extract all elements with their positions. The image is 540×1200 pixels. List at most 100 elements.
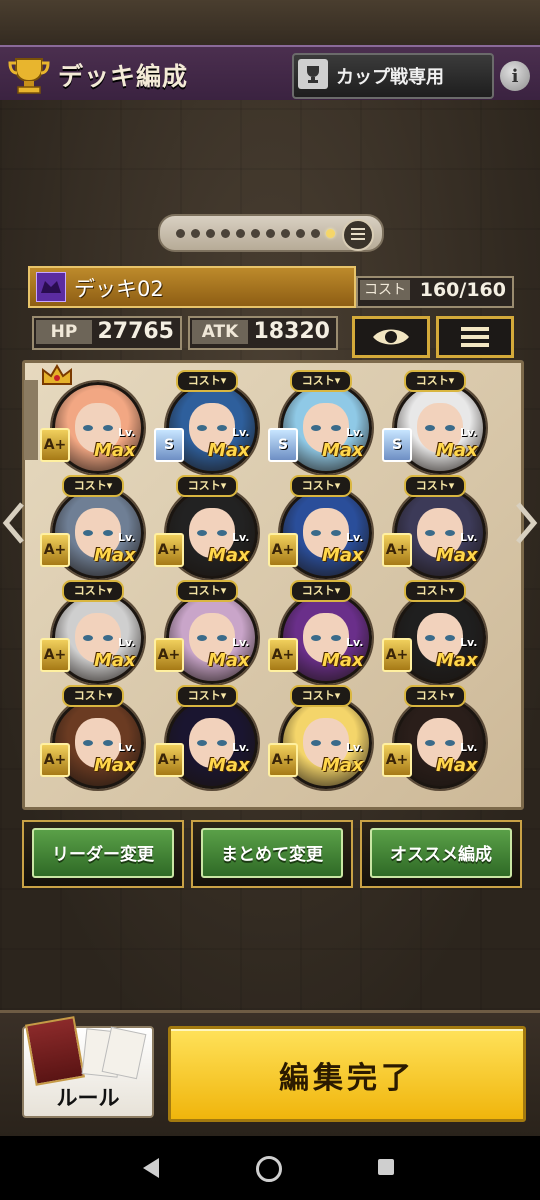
pager-dot[interactable] (281, 229, 290, 238)
eye-mark (425, 425, 435, 431)
cost-toggle[interactable]: コスト▾ (290, 370, 352, 392)
cost-toggle[interactable]: コスト▾ (290, 475, 352, 497)
leader-change-button[interactable]: リーダー変更 (22, 820, 184, 888)
rank-badge: A+ (40, 533, 70, 567)
level-label: Lv. (232, 426, 250, 439)
level-max: Max (94, 650, 136, 671)
level-max: Max (208, 440, 250, 461)
menu-icon (461, 327, 489, 347)
list-icon[interactable] (342, 219, 374, 251)
cost-toggle[interactable]: コスト▾ (62, 475, 124, 497)
level-label: Lv. (232, 531, 250, 544)
left-arrow-icon[interactable] (2, 500, 26, 546)
card-slot[interactable]: コスト▾ A+ Lv. Max (34, 685, 146, 789)
pager-dot[interactable] (206, 229, 215, 238)
card-slot[interactable]: コスト▾ A+ Lv. Max (148, 475, 260, 579)
cost-toggle[interactable]: コスト▾ (62, 685, 124, 707)
cost-toggle[interactable]: コスト▾ (404, 370, 466, 392)
atk-value: 18320 (253, 319, 330, 344)
nav-recent-icon[interactable] (378, 1159, 394, 1175)
crown-icon (42, 364, 72, 385)
pager-dot[interactable] (311, 229, 320, 238)
pager-dot[interactable] (221, 229, 230, 238)
info-icon[interactable]: i (500, 61, 530, 91)
cost-toggle[interactable]: コスト▾ (62, 580, 124, 602)
atk-stat: ATK 18320 (188, 316, 338, 350)
status-area (0, 0, 540, 45)
deck-pager[interactable] (158, 214, 384, 252)
level-label: Lv. (118, 636, 136, 649)
cup-battle-label: カップ戦専用 (336, 67, 444, 88)
eye-mark (425, 635, 435, 641)
card-slot[interactable]: コスト▾ A+ Lv. Max (148, 580, 260, 684)
card-slot[interactable]: コスト▾ A+ Lv. Max (262, 685, 374, 789)
card-slot[interactable]: コスト▾ S Lv. Max (262, 370, 374, 474)
cost-toggle[interactable]: コスト▾ (290, 580, 352, 602)
pager-dot[interactable] (191, 229, 200, 238)
pager-dot[interactable] (266, 229, 275, 238)
deck-name-bar[interactable]: デッキ02 (28, 266, 356, 308)
eye-mark (445, 740, 455, 746)
hp-label: HP (36, 320, 92, 344)
level-max: Max (322, 755, 364, 776)
level-label: Lv. (346, 531, 364, 544)
rank-badge: A+ (382, 533, 412, 567)
right-arrow-icon[interactable] (514, 500, 538, 546)
pager-dot[interactable] (176, 229, 185, 238)
card-slot[interactable]: コスト▾ S Lv. Max (376, 370, 488, 474)
recommended-label: オススメ編成 (390, 845, 492, 865)
preview-button[interactable] (352, 316, 430, 358)
eye-mark (311, 740, 321, 746)
cost-toggle[interactable]: コスト▾ (404, 580, 466, 602)
cost-label: コスト (360, 280, 410, 300)
cost-toggle[interactable]: コスト▾ (176, 475, 238, 497)
eye-mark (217, 635, 227, 641)
card-slot[interactable]: コスト▾ A+ Lv. Max (376, 685, 488, 789)
pager-dot[interactable] (236, 229, 245, 238)
eye-mark (197, 425, 207, 431)
pager-dot[interactable] (251, 229, 260, 238)
rank-badge: A+ (154, 638, 184, 672)
level-max: Max (436, 545, 478, 566)
edit-complete-button[interactable]: 編集完了 (168, 1026, 526, 1122)
nav-back-icon[interactable] (143, 1158, 159, 1178)
level-label: Lv. (346, 741, 364, 754)
cost-toggle[interactable]: コスト▾ (404, 475, 466, 497)
card-slot[interactable]: コスト▾ A+ Lv. Max (148, 685, 260, 789)
level-label: Lv. (346, 426, 364, 439)
rank-badge: A+ (268, 743, 298, 777)
card-slot[interactable]: コスト▾ A+ Lv. Max (262, 580, 374, 684)
card-slot[interactable]: コスト▾ A+ Lv. Max (376, 475, 488, 579)
pager-dot[interactable] (296, 229, 305, 238)
eye-mark (331, 635, 341, 641)
menu-button[interactable] (436, 316, 514, 358)
level-max: Max (322, 440, 364, 461)
level-label: Lv. (460, 426, 478, 439)
card-slot[interactable]: コスト▾ A+ Lv. Max (262, 475, 374, 579)
rank-badge: A+ (268, 533, 298, 567)
card-slot[interactable]: コスト▾ A+ Lv. Max (34, 475, 146, 579)
rank-badge: A+ (154, 533, 184, 567)
nav-home-icon[interactable] (256, 1156, 282, 1182)
cost-toggle[interactable]: コスト▾ (290, 685, 352, 707)
trophy-icon (8, 58, 50, 94)
level-max: Max (436, 440, 478, 461)
card-slot[interactable]: コスト▾ S Lv. Max (148, 370, 260, 474)
eye-mark (425, 740, 435, 746)
cost-toggle[interactable]: コスト▾ (176, 370, 238, 392)
cost-toggle[interactable]: コスト▾ (176, 685, 238, 707)
card-slot[interactable]: コスト▾ A+ Lv. Max (376, 580, 488, 684)
rank-badge: A+ (382, 638, 412, 672)
level-max: Max (322, 650, 364, 671)
pager-dot-active[interactable] (326, 229, 335, 238)
recommended-button[interactable]: オススメ編成 (360, 820, 522, 888)
cup-battle-button[interactable]: カップ戦専用 (292, 53, 494, 99)
cost-toggle[interactable]: コスト▾ (404, 685, 466, 707)
eye-mark (103, 530, 113, 536)
card-slot[interactable]: コスト▾ A+ Lv. Max (34, 580, 146, 684)
level-max: Max (94, 755, 136, 776)
cost-toggle[interactable]: コスト▾ (176, 580, 238, 602)
level-label: Lv. (460, 741, 478, 754)
bulk-change-button[interactable]: まとめて変更 (191, 820, 353, 888)
rules-button[interactable]: ルール (22, 1016, 154, 1118)
